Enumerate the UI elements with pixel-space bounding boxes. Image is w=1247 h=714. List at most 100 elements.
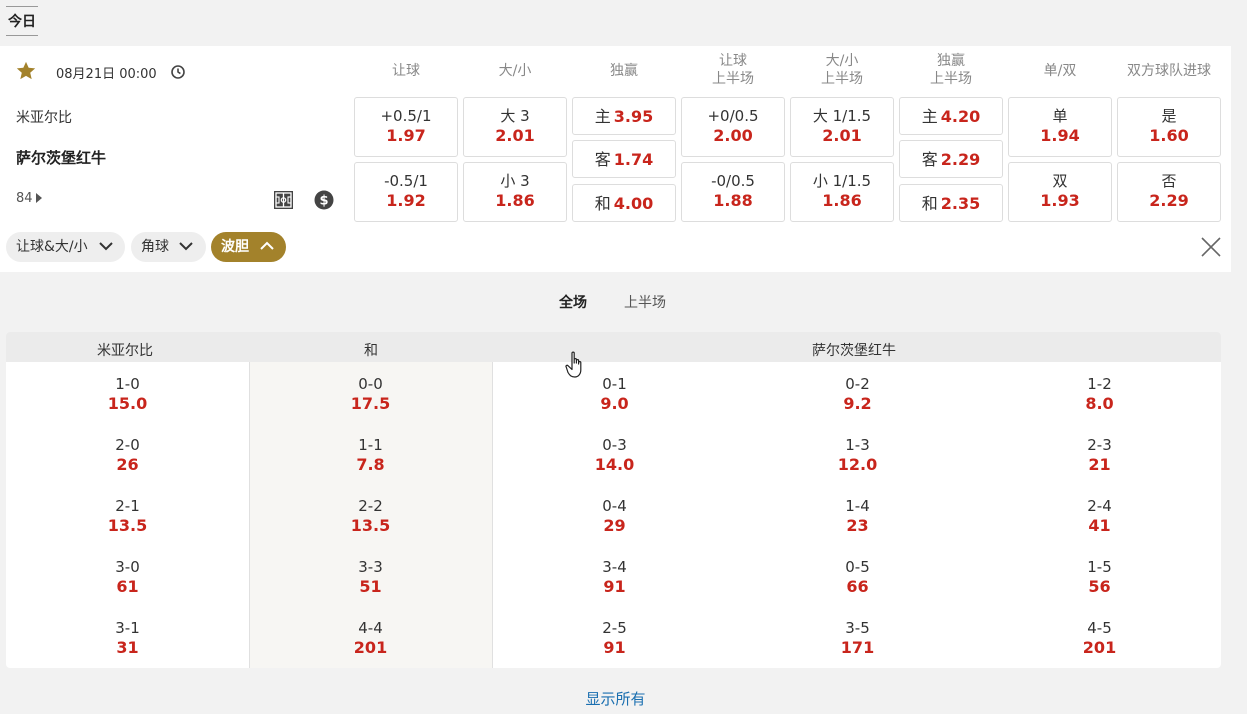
odds-button[interactable]: 和 2.35 [899, 184, 1003, 222]
favorite-star-icon[interactable] [15, 60, 37, 82]
market-header-title: 单/双 [1043, 63, 1077, 79]
cash-out-dollar-icon[interactable]: $ [314, 190, 334, 210]
odds-value: 1.88 [713, 191, 753, 210]
score-odds-value: 31 [116, 638, 139, 657]
market-header: 单/双 [1008, 62, 1112, 80]
score-odds-value: 9.0 [600, 394, 629, 413]
market-header-period: 上半场 [821, 71, 863, 87]
odds-label: +0.5/1 [380, 107, 432, 125]
odds-button[interactable]: 小 3 1.86 [463, 162, 567, 222]
chevron-up-icon [260, 241, 274, 250]
correct-score-header: 米亚尔比 和 萨尔茨堡红牛 [6, 332, 1221, 362]
scrollbar-track[interactable] [1230, 0, 1247, 714]
score-odds-cell[interactable]: 3-4 91 [493, 557, 736, 597]
score-label: 0-5 [845, 558, 870, 576]
market-header: 让球 [354, 62, 458, 80]
score-odds-cell[interactable]: 0-3 14.0 [493, 435, 736, 475]
odds-button[interactable]: 是 1.60 [1117, 97, 1221, 157]
correct-score-section: 全场 上半场 米亚尔比 和 萨尔茨堡红牛 1-0 15.0 2-0 26 2-1 13.5… [0, 272, 1231, 714]
correct-score-table: 米亚尔比 和 萨尔茨堡红牛 1-0 15.0 2-0 26 2-1 13.5 3-0 61 3-… [6, 332, 1221, 668]
market-header-title: 独赢 [937, 53, 965, 69]
score-odds-cell[interactable]: 4-4 201 [249, 618, 492, 658]
odds-button[interactable]: 客 2.29 [899, 140, 1003, 178]
score-odds-cell[interactable]: 0-5 66 [736, 557, 979, 597]
show-all-link[interactable]: 显示所有 [0, 688, 1231, 709]
score-odds-cell[interactable]: 2-4 41 [978, 496, 1221, 536]
filter-correct-score[interactable]: 波胆 [211, 232, 286, 262]
odds-button[interactable]: 双 1.93 [1008, 162, 1112, 222]
score-odds-cell[interactable]: 1-1 7.8 [249, 435, 492, 475]
tab-first-half[interactable]: 上半场 [624, 292, 666, 312]
top-bar: 今日 [0, 0, 1247, 44]
odds-button[interactable]: -0/0.5 1.88 [681, 162, 785, 222]
score-odds-cell[interactable]: 2-3 21 [978, 435, 1221, 475]
market-header-title: 让球 [719, 53, 747, 69]
odds-button[interactable]: 否 2.29 [1117, 162, 1221, 222]
score-odds-cell[interactable]: 3-5 171 [736, 618, 979, 658]
score-odds-value: 171 [840, 638, 875, 657]
odds-button[interactable]: 客 1.74 [572, 140, 676, 178]
svg-text:$: $ [319, 194, 328, 209]
odds-label: 单 [1052, 107, 1068, 125]
odds-button[interactable]: 和 4.00 [572, 184, 676, 222]
score-label: 2-0 [115, 436, 140, 454]
score-odds-cell[interactable]: 1-4 23 [736, 496, 979, 536]
score-label: 3-1 [115, 619, 140, 637]
score-odds-cell[interactable]: 1-2 8.0 [978, 374, 1221, 414]
odds-value: 1.86 [822, 191, 862, 210]
odds-value: 2.29 [1149, 191, 1189, 210]
filter-corners[interactable]: 角球 [131, 232, 206, 262]
score-odds-cell[interactable]: 1-5 56 [978, 557, 1221, 597]
score-odds-value: 56 [1088, 577, 1111, 596]
odds-value: 1.92 [386, 191, 426, 210]
score-odds-cell[interactable]: 2-1 13.5 [6, 496, 249, 536]
market-header: 独赢 [572, 62, 676, 80]
score-odds-cell[interactable]: 0-0 17.5 [249, 374, 492, 414]
pitch-stats-icon[interactable] [273, 190, 294, 210]
odds-button[interactable]: +0/0.5 2.00 [681, 97, 785, 157]
market-header-title: 独赢 [610, 63, 638, 79]
odds-button[interactable]: 主 3.95 [572, 97, 676, 135]
more-markets-link[interactable]: 84 [16, 191, 42, 206]
odds-button[interactable]: 主 4.20 [899, 97, 1003, 135]
tab-today[interactable]: 今日 [6, 6, 38, 36]
score-odds-value: 29 [603, 516, 626, 535]
score-odds-cell[interactable]: 3-1 31 [6, 618, 249, 658]
score-odds-cell[interactable]: 3-3 51 [249, 557, 492, 597]
score-label: 2-1 [115, 497, 140, 515]
market-header-title: 大/小 [825, 53, 859, 69]
market-header: 独赢 上半场 [899, 52, 1003, 88]
score-odds-cell[interactable]: 1-3 12.0 [736, 435, 979, 475]
score-odds-cell[interactable]: 2-0 26 [6, 435, 249, 475]
score-label: 2-2 [358, 497, 383, 515]
score-odds-cell[interactable]: 2-2 13.5 [249, 496, 492, 536]
filter-handicap-overunder[interactable]: 让球&大/小 [6, 232, 125, 262]
market-header-title: 让球 [392, 63, 420, 79]
score-odds-value: 13.5 [107, 516, 148, 535]
score-label: 0-2 [845, 375, 870, 393]
score-odds-cell[interactable]: 0-4 29 [493, 496, 736, 536]
odds-button[interactable]: 单 1.94 [1008, 97, 1112, 157]
score-odds-value: 51 [359, 577, 382, 596]
caret-right-icon [35, 193, 42, 203]
close-icon[interactable] [1200, 236, 1222, 258]
odds-button[interactable]: 大 3 2.01 [463, 97, 567, 157]
score-odds-cell[interactable]: 3-0 61 [6, 557, 249, 597]
odds-button[interactable]: 小 1/1.5 1.86 [790, 162, 894, 222]
score-label: 0-4 [602, 497, 627, 515]
odds-value: 2.29 [940, 149, 981, 169]
filter-label: 角球 [141, 239, 169, 255]
market-header-title: 双方球队进球 [1127, 63, 1211, 79]
score-odds-cell[interactable]: 4-5 201 [978, 618, 1221, 658]
odds-label: 大 1/1.5 [812, 107, 872, 125]
tab-fulltime[interactable]: 全场 [559, 292, 587, 312]
score-odds-cell[interactable]: 0-1 9.0 [493, 374, 736, 414]
odds-button[interactable]: 大 1/1.5 2.01 [790, 97, 894, 157]
odds-label: 主 [594, 106, 611, 126]
score-odds-value: 26 [116, 455, 139, 474]
odds-button[interactable]: +0.5/1 1.97 [354, 97, 458, 157]
score-odds-cell[interactable]: 0-2 9.2 [736, 374, 979, 414]
score-odds-cell[interactable]: 1-0 15.0 [6, 374, 249, 414]
score-odds-cell[interactable]: 2-5 91 [493, 618, 736, 658]
odds-button[interactable]: -0.5/1 1.92 [354, 162, 458, 222]
